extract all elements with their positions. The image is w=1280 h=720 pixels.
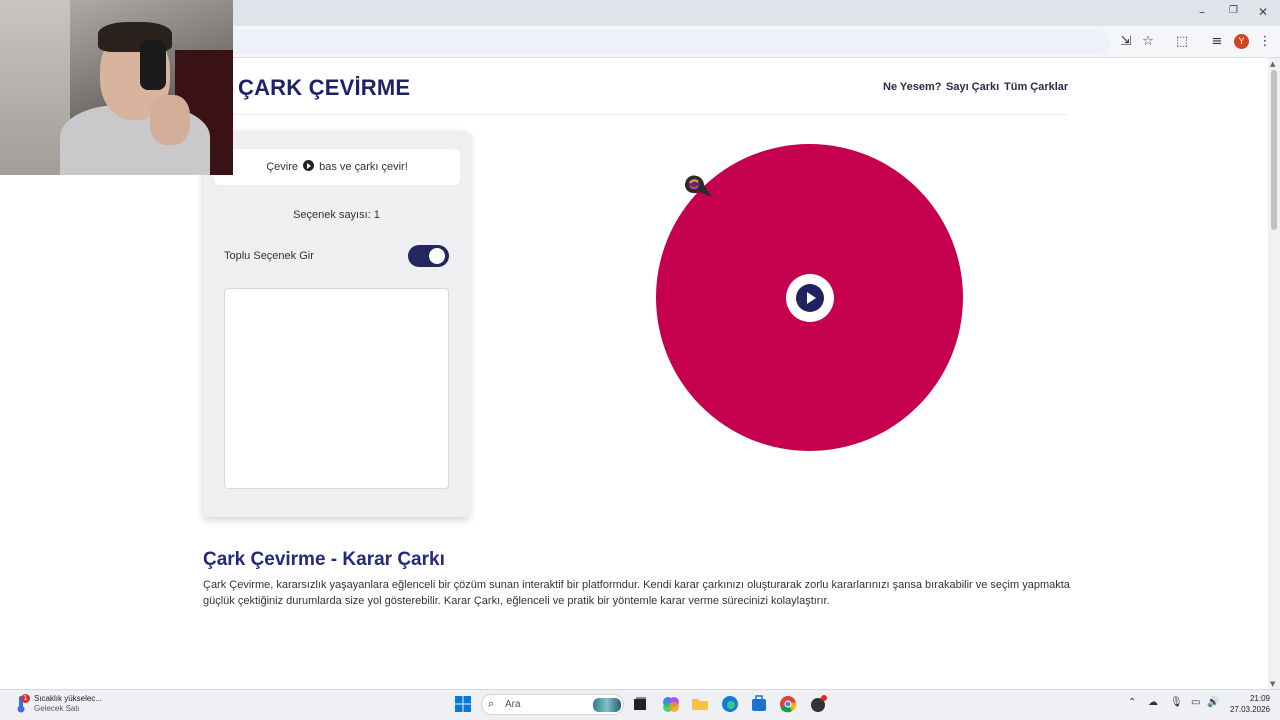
install-app-icon[interactable]: ⇲ <box>1118 34 1134 50</box>
header-divider <box>233 114 1068 115</box>
wheel-pointer-icon <box>685 175 712 197</box>
bulk-entry-toggle[interactable] <box>408 245 449 267</box>
spin-hint-text-end: bas ve çarkı çevir! <box>319 161 408 173</box>
task-view-icon[interactable] <box>630 694 650 714</box>
weather-alert-badge: 1 <box>21 694 30 703</box>
play-icon <box>303 160 315 171</box>
taskbar-search-placeholder: Ara <box>505 699 521 710</box>
copilot-icon[interactable] <box>661 694 681 714</box>
taskbar-search[interactable]: ⌕ Ara <box>481 694 624 715</box>
spin-hint-text-start: Çevire <box>266 161 299 173</box>
network-icon[interactable]: ▭ <box>1191 697 1200 708</box>
weather-title: Sıcaklık yükselec... <box>34 694 103 703</box>
nav-link-tum-carklar[interactable]: Tüm Çarklar <box>1004 81 1068 93</box>
spin-hint: Çevire bas ve çarkı çevir! <box>214 149 460 185</box>
toggle-knob <box>429 248 445 264</box>
clock-time: 21:09 <box>1249 694 1270 703</box>
browser-menu-icon[interactable]: ⋮ <box>1257 34 1273 50</box>
search-highlight-image <box>593 698 621 712</box>
article-text: Çark Çevirme, kararsızlık yaşayanlara eğ… <box>203 579 1070 607</box>
close-window-icon[interactable]: ✕ <box>1258 5 1268 19</box>
extensions-icon[interactable]: ⬚ <box>1174 34 1190 50</box>
webcam-overlay <box>0 0 233 175</box>
media-control-icon[interactable]: ≡ <box>1209 34 1225 50</box>
site-title[interactable]: ÇARK ÇEVİRME <box>238 75 410 101</box>
spin-button[interactable] <box>786 274 834 322</box>
search-icon: ⌕ <box>488 697 495 710</box>
scroll-down-icon[interactable]: ▼ <box>1270 680 1275 688</box>
clock-date: 27.03.2026 <box>1229 705 1270 714</box>
options-panel: Çevire bas ve çarkı çevir! Seçenek sayıs… <box>203 131 470 517</box>
option-count: Seçenek sayısı: 1 <box>293 209 380 221</box>
weather-subtitle: Gelecek Salı <box>34 704 80 713</box>
file-explorer-icon[interactable] <box>690 694 710 714</box>
bulk-options-textarea[interactable] <box>224 288 449 489</box>
nav-link-sayi-carki[interactable]: Sayı Çarkı <box>946 81 999 93</box>
restore-icon[interactable]: ❐ <box>1229 5 1238 16</box>
bookmark-star-icon[interactable]: ☆ <box>1140 34 1156 50</box>
play-icon <box>796 284 824 312</box>
show-hidden-icons-icon[interactable]: ⌃ <box>1128 697 1136 708</box>
article-title: Çark Çevirme - Karar Çarkı <box>203 549 445 570</box>
nav-link-ne-yesem[interactable]: Ne Yesem? <box>883 81 942 93</box>
minimize-icon[interactable]: – <box>1199 5 1205 19</box>
scroll-up-icon[interactable]: ▲ <box>1270 60 1275 68</box>
scrollbar-thumb[interactable] <box>1271 70 1277 230</box>
chrome-icon[interactable] <box>778 694 798 714</box>
onedrive-icon[interactable]: ☁ <box>1148 697 1158 708</box>
windows-start-icon[interactable] <box>453 694 473 714</box>
profile-avatar[interactable]: Y <box>1234 34 1249 49</box>
store-icon[interactable] <box>749 694 769 714</box>
volume-icon[interactable]: 🔊 <box>1207 697 1219 708</box>
edge-icon[interactable] <box>720 694 740 714</box>
bulk-entry-label: Toplu Seçenek Gir <box>224 250 314 262</box>
taskbar-clock[interactable]: 21:09 27.03.2026 <box>1222 693 1270 715</box>
screen: – ❐ ✕ ⇲ ☆ ⬚ ≡ Y ⋮ ÇARK ÇEVİRME Ne Yesem?… <box>0 0 1280 720</box>
microphone-icon[interactable]: 🎙 <box>1170 697 1183 708</box>
app-icon-with-notification[interactable] <box>808 694 828 714</box>
